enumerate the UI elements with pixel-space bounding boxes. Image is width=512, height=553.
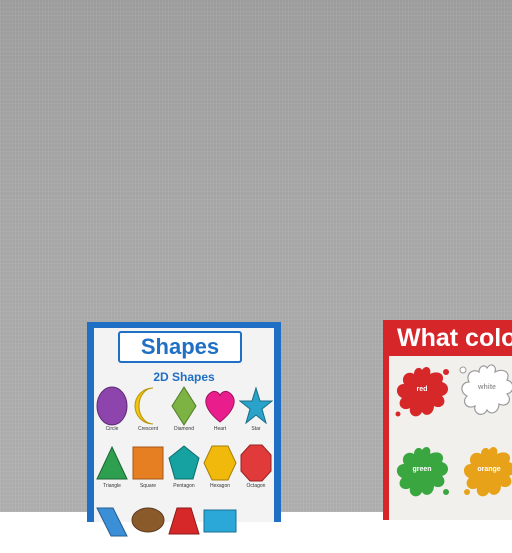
- shape-item-star: Star: [238, 384, 274, 439]
- shape-label: Hexagon: [209, 483, 230, 489]
- shapes-poster-title: Shapes: [118, 331, 242, 363]
- shape-label: Heart: [213, 426, 227, 432]
- rectangle-icon: [203, 509, 237, 533]
- heart-icon: [205, 390, 235, 423]
- shapes-poster-panel: Shapes 2D Shapes Circle Crescent Diamond…: [94, 328, 274, 537]
- shape-label: Octagon: [246, 483, 266, 489]
- pentagon-icon: [168, 445, 200, 480]
- circle-icon: [96, 386, 128, 426]
- shape-label: Crescent: [137, 426, 158, 432]
- splat-label: white: [478, 384, 496, 391]
- shape-item-heart: Heart: [202, 384, 238, 439]
- shape-label: Pentagon: [173, 483, 195, 489]
- color-poster: What color red white green: [383, 320, 512, 520]
- color-poster-title: What color: [397, 324, 512, 352]
- shape-item-octagon: Octagon: [238, 441, 274, 496]
- oval-icon: [131, 507, 165, 533]
- hexagon-icon: [203, 445, 237, 481]
- crescent-icon: [134, 387, 154, 425]
- shape-item-circle: Circle: [94, 384, 130, 439]
- shape-label: Triangle: [103, 483, 121, 489]
- shapes-poster-subtitle: 2D Shapes: [153, 370, 215, 384]
- shapes-poster: Shapes 2D Shapes Circle Crescent Diamond…: [87, 322, 281, 537]
- shape-item-diamond: Diamond: [166, 384, 202, 439]
- shape-item-crescent: Crescent: [130, 384, 166, 439]
- splat-white: white: [457, 360, 512, 420]
- shape-item-rectangle: [202, 498, 238, 553]
- splat-orange: orange: [459, 442, 512, 502]
- star-icon: [239, 386, 273, 425]
- diamond-icon: [171, 386, 197, 426]
- splat-label: green: [412, 466, 432, 473]
- shape-item-trapezoid: [166, 498, 202, 553]
- triangle-icon: [96, 445, 128, 480]
- shape-item-parallelogram: [94, 498, 130, 553]
- parallelogram-icon: [96, 507, 128, 537]
- octagon-icon: [240, 444, 272, 482]
- trapezoid-icon: [168, 507, 200, 535]
- splat-label: orange: [477, 466, 501, 473]
- splat-label: red: [416, 386, 428, 393]
- square-icon: [132, 446, 164, 480]
- shape-item-oval: [130, 498, 166, 553]
- shape-label: Circle: [105, 426, 119, 432]
- shape-grid: Circle Crescent Diamond Heart Star Trian…: [94, 384, 274, 553]
- splat-red: red: [392, 362, 452, 422]
- shape-label: Square: [139, 483, 157, 489]
- shape-item-triangle: Triangle: [94, 441, 130, 496]
- shape-item-pentagon: Pentagon: [166, 441, 202, 496]
- shape-item-square: Square: [130, 441, 166, 496]
- shape-label: Diamond: [173, 426, 194, 432]
- color-poster-panel: red white green orange: [389, 356, 512, 520]
- shape-item-hexagon: Hexagon: [202, 441, 238, 496]
- shape-label: Star: [251, 426, 261, 432]
- splat-green: green: [392, 442, 452, 502]
